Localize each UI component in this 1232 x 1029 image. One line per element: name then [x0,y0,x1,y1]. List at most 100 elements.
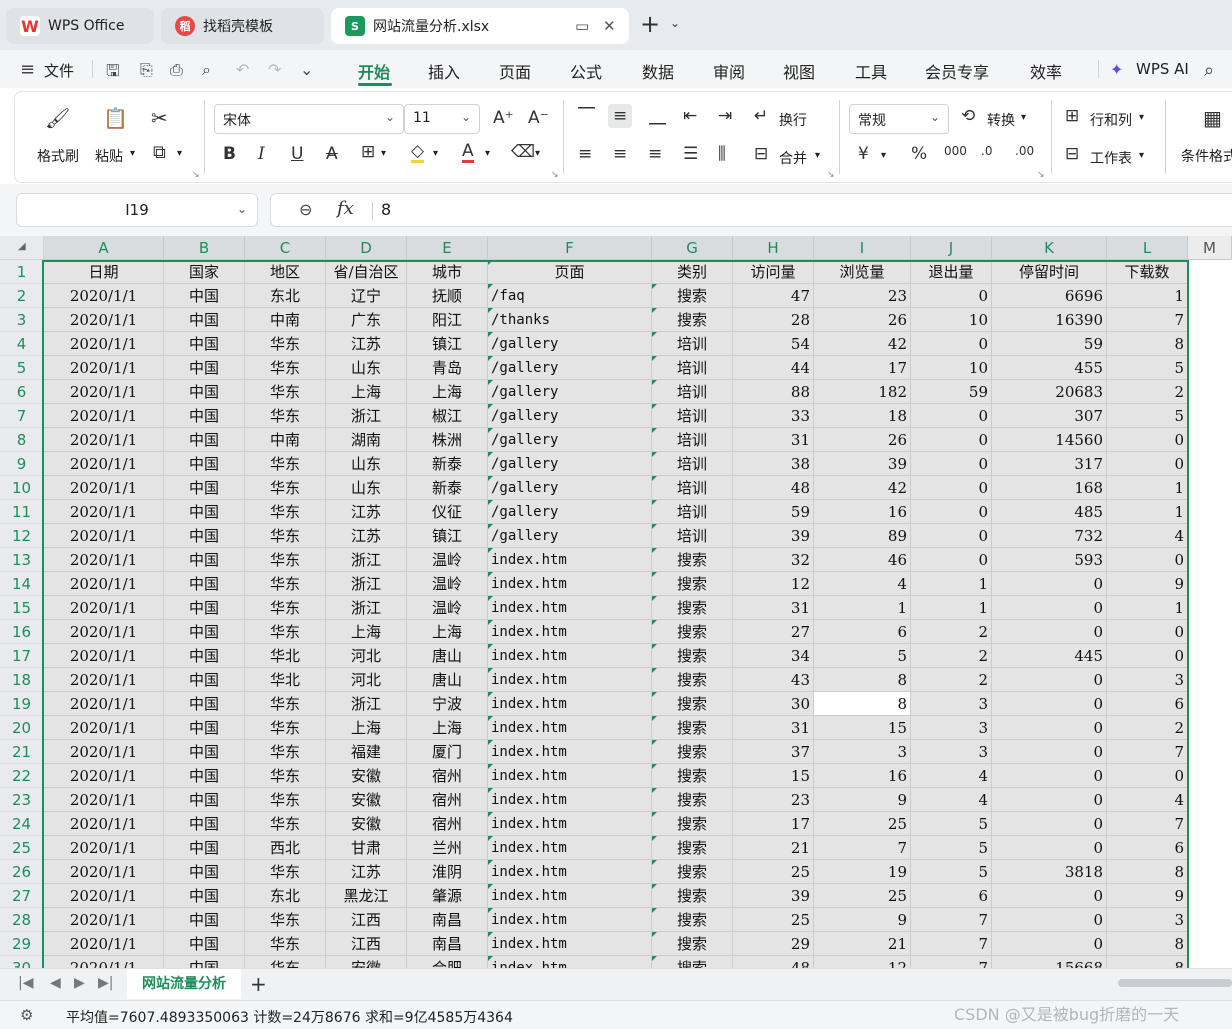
table-cell[interactable]: 搜索 [652,836,733,860]
table-cell[interactable]: 中南 [245,428,326,452]
table-cell[interactable]: 25 [733,860,814,884]
table-cell[interactable]: 华东 [245,788,326,812]
table-cell[interactable]: 3818 [992,860,1107,884]
table-cell[interactable]: 中国 [164,404,245,428]
table-cell[interactable]: /gallery [488,428,652,452]
empty-column-area[interactable] [1188,260,1232,968]
strikethrough-icon[interactable]: A [326,144,338,164]
table-cell[interactable]: index.htm [488,932,652,956]
table-cell[interactable]: 29 [733,932,814,956]
sheet-tab[interactable]: 网站流量分析 [127,969,241,999]
table-cell[interactable]: 华东 [245,404,326,428]
new-tab-button[interactable]: + [640,12,660,36]
hamburger-icon[interactable]: ≡ [20,59,35,80]
table-cell[interactable]: 39 [733,884,814,908]
table-cell[interactable]: 华北 [245,668,326,692]
header-cell[interactable]: 退出量 [911,260,992,284]
table-cell[interactable]: 9 [1107,572,1188,596]
table-cell[interactable]: 华东 [245,740,326,764]
increase-font-icon[interactable]: A⁺ [493,108,514,128]
column-header-f[interactable]: F [488,236,652,260]
table-cell[interactable]: 30 [733,692,814,716]
table-cell[interactable]: 搜索 [652,860,733,884]
table-cell[interactable]: 0 [992,716,1107,740]
align-middle-icon[interactable]: ≡ [608,104,633,128]
table-cell[interactable]: 中国 [164,836,245,860]
table-cell[interactable]: 中国 [164,860,245,884]
table-cell[interactable]: 9 [814,908,911,932]
wps-ai-button[interactable]: WPS AI [1136,60,1189,78]
tab-template-store[interactable]: 稻 找稻壳模板 [161,8,324,44]
menu-review[interactable]: 审阅 [713,59,745,83]
table-cell[interactable]: 4 [1107,788,1188,812]
row-header[interactable]: 30 [0,956,44,968]
table-cell[interactable]: 搜索 [652,764,733,788]
column-header-g[interactable]: G [652,236,733,260]
table-cell[interactable]: 7 [1107,308,1188,332]
table-cell[interactable]: 中国 [164,452,245,476]
table-cell[interactable]: 培训 [652,428,733,452]
table-cell[interactable]: 16 [814,764,911,788]
table-cell[interactable]: 0 [1107,428,1188,452]
distribute-icon[interactable]: ⫼ [718,144,726,164]
table-cell[interactable]: 搜索 [652,740,733,764]
table-cell[interactable]: 上海 [407,380,488,404]
table-cell[interactable]: 中国 [164,764,245,788]
horizontal-scrollbar[interactable] [1118,979,1232,987]
table-cell[interactable]: 1 [1107,284,1188,308]
table-cell[interactable]: index.htm [488,644,652,668]
table-cell[interactable]: 搜索 [652,308,733,332]
table-cell[interactable]: 中国 [164,356,245,380]
table-cell[interactable]: 28 [733,308,814,332]
table-cell[interactable]: 中国 [164,620,245,644]
table-cell[interactable]: 2 [911,644,992,668]
table-cell[interactable]: 10 [911,356,992,380]
table-cell[interactable]: 唐山 [407,668,488,692]
menu-tools[interactable]: 工具 [855,59,887,83]
table-cell[interactable]: 0 [911,476,992,500]
table-cell[interactable]: 2020/1/1 [44,740,164,764]
chevron-down-icon[interactable]: ⌄ [300,60,313,79]
table-cell[interactable]: /gallery [488,500,652,524]
table-cell[interactable]: index.htm [488,596,652,620]
table-cell[interactable]: 抚顺 [407,284,488,308]
row-header[interactable]: 26 [0,860,44,884]
row-header[interactable]: 8 [0,428,44,452]
chevron-down-icon[interactable]: ▾ [1139,112,1144,123]
row-header[interactable]: 23 [0,788,44,812]
menu-file[interactable]: 文件 [44,60,74,81]
table-cell[interactable]: 0 [1107,452,1188,476]
table-cell[interactable]: 宿州 [407,812,488,836]
table-cell[interactable]: 椒江 [407,404,488,428]
chevron-down-icon[interactable]: ▾ [815,150,820,161]
table-cell[interactable]: 25 [733,908,814,932]
menu-formula[interactable]: 公式 [570,59,602,83]
table-cell[interactable]: 华东 [245,356,326,380]
table-cell[interactable]: 宁波 [407,692,488,716]
table-cell[interactable]: 0 [911,524,992,548]
column-header-m[interactable]: M [1188,236,1232,260]
table-cell[interactable]: 0 [911,548,992,572]
table-cell[interactable]: 搜索 [652,572,733,596]
table-cell[interactable]: 2020/1/1 [44,764,164,788]
table-cell[interactable]: 搜索 [652,788,733,812]
bold-icon[interactable]: B [223,144,236,164]
table-cell[interactable]: 2 [911,620,992,644]
table-cell[interactable]: 上海 [326,380,407,404]
expand-corner-icon[interactable]: ↘ [192,170,200,180]
save-icon[interactable]: 🖫 [106,60,120,87]
table-cell[interactable]: index.htm [488,668,652,692]
underline-icon[interactable]: U [291,144,303,164]
table-cell[interactable]: 搜索 [652,596,733,620]
table-cell[interactable]: 317 [992,452,1107,476]
table-cell[interactable]: 西北 [245,836,326,860]
table-cell[interactable]: 兰州 [407,836,488,860]
table-cell[interactable]: 20683 [992,380,1107,404]
chevron-down-icon[interactable]: ▾ [535,148,540,159]
table-cell[interactable]: 54 [733,332,814,356]
row-header[interactable]: 3 [0,308,44,332]
font-size-select[interactable]: 11 ⌄ [404,104,480,134]
table-cell[interactable]: 中南 [245,308,326,332]
table-cell[interactable]: 8 [1107,932,1188,956]
row-header[interactable]: 7 [0,404,44,428]
